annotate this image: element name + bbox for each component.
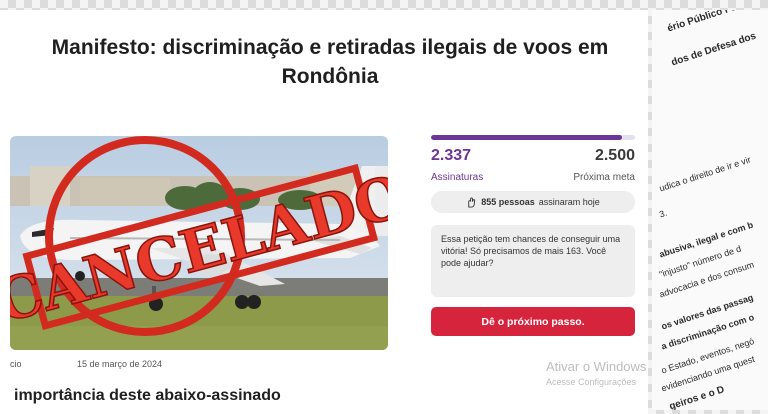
section-heading: importância deste abaixo-assinado [14, 387, 281, 404]
petition-image: CANCELADO [10, 136, 388, 350]
start-date: 15 de março de 2024 [77, 359, 163, 369]
page-title: Manifesto: discriminação e retiradas ile… [51, 36, 609, 88]
next-step-button[interactable]: Dê o próximo passo. [431, 307, 635, 336]
signature-progress-fill [431, 135, 622, 140]
signed-today-count: 855 pessoas [481, 197, 535, 207]
signature-goal: 2.500 [594, 147, 635, 164]
goal-label: Próxima meta [573, 172, 635, 183]
signed-today-badge: 855 pessoas assinaram hoje [431, 191, 635, 213]
activation-subtitle: Acesse Configurações [546, 377, 637, 387]
victory-message: Essa petição tem chances de conseguir um… [431, 225, 635, 297]
windows-activation-watermark: Ativar o Windows Acesse Configurações [546, 359, 646, 387]
petition-page: Manifesto: discriminação e retiradas ile… [0, 10, 648, 414]
hand-icon [468, 196, 476, 208]
news-clipping-collage: ério Público Federal, dos de Defesa dos … [652, 10, 768, 410]
signed-today-text: assinaram hoje [538, 197, 600, 207]
category-label: cio [10, 359, 22, 369]
clipping-text: 3. [658, 207, 669, 220]
clipping-text: ério Público Federal, [666, 10, 763, 35]
clipping-text: udica o direito de ir e vir [658, 154, 752, 194]
signature-count: 2.337 [431, 147, 472, 164]
activation-title: Ativar o Windows [546, 359, 647, 374]
signature-progress-bar [431, 135, 635, 140]
signatures-label: Assinaturas [431, 172, 484, 183]
clipping-text: dos de Defesa dos [670, 30, 758, 69]
